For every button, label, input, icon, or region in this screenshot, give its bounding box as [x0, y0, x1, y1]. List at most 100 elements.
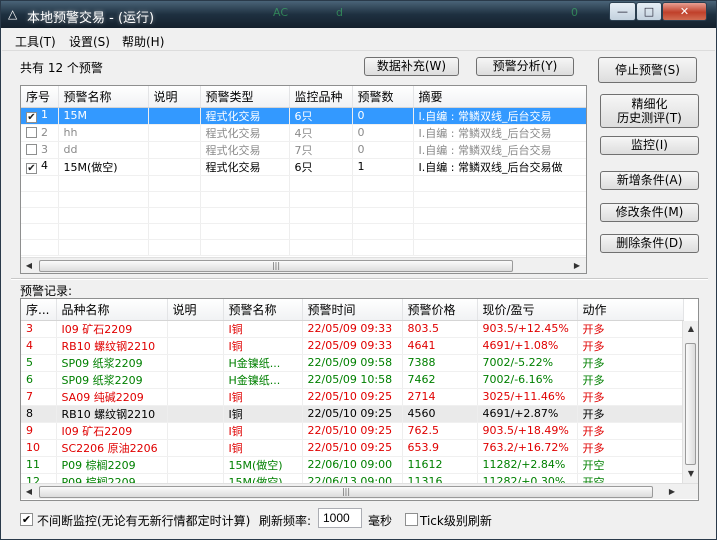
- alerts-column-header[interactable]: 预警类型: [200, 86, 290, 108]
- records-column-header[interactable]: 现价/盈亏: [477, 299, 578, 321]
- alert-enable-checkbox[interactable]: [26, 127, 37, 138]
- tick-refresh-checkbox[interactable]: [405, 513, 418, 526]
- record-desc: [167, 422, 224, 440]
- record-time: 22/06/10 09:00: [302, 456, 403, 474]
- alert-analysis-button[interactable]: 预警分析(Y): [476, 57, 574, 76]
- alert-row[interactable]: 2 hh 程式化交易 4只 0 I.自编 : 常鳞双线_后台交易: [21, 124, 586, 142]
- alert-type: 程式化交易: [200, 141, 290, 159]
- records-column-header[interactable]: 品种名称: [56, 299, 168, 321]
- record-time: 22/05/10 09:25: [302, 422, 403, 440]
- records-column-header[interactable]: 预警名称: [223, 299, 303, 321]
- alert-row[interactable]: 3 dd 程式化交易 7只 0 I.自编 : 常鳞双线_后台交易: [21, 141, 586, 159]
- record-desc: [167, 337, 224, 355]
- empty-cell: [148, 223, 201, 240]
- alerts-hscrollbar[interactable]: ◀ ||| ▶: [21, 257, 586, 273]
- refresh-rate-input[interactable]: [318, 508, 362, 528]
- record-symbol: P09 棕榈2209: [56, 456, 168, 474]
- alert-enable-checkbox[interactable]: ✔: [26, 112, 37, 123]
- record-price: 7462: [402, 371, 478, 389]
- alert-no-cell[interactable]: ✔ 1: [21, 107, 59, 125]
- record-row[interactable]: 8 RB10 螺纹钢2210 I铜 22/05/10 09:25 4560 4691/+2…: [21, 405, 684, 423]
- record-symbol: SP09 纸浆2209: [56, 354, 168, 372]
- alerts-column-header[interactable]: 序号: [21, 86, 59, 108]
- scroll-right-icon[interactable]: ▶: [665, 486, 679, 498]
- alert-enable-checkbox[interactable]: ✔: [26, 163, 37, 174]
- record-pnl: 7002/-5.22%: [477, 354, 578, 372]
- alerts-column-header[interactable]: 预警数: [352, 86, 414, 108]
- modify-condition-button[interactable]: 修改条件(M): [600, 203, 699, 222]
- alert-no-cell[interactable]: 2: [21, 124, 59, 142]
- refresh-unit-label: 毫秒: [368, 514, 393, 528]
- record-price: 7388: [402, 354, 478, 372]
- record-row[interactable]: 7 SA09 纯碱2209 I铜 22/05/10 09:25 2714 3025/+11…: [21, 388, 684, 406]
- empty-row: [21, 175, 586, 192]
- check-icon: ✔: [21, 513, 32, 526]
- record-no: 7: [21, 388, 57, 406]
- record-time: 22/05/09 10:58: [302, 371, 403, 389]
- records-hscrollbar[interactable]: ◀ ||| ▶: [21, 483, 698, 499]
- menu-help[interactable]: 帮助(H): [122, 33, 164, 50]
- record-row[interactable]: 4 RB10 螺纹钢2210 I铜 22/05/09 09:33 4641 4691/+1…: [21, 337, 684, 355]
- record-pnl: 763.2/+16.72%: [477, 439, 578, 457]
- records-table: 序... 品种名称 说明 预警名称 预警时间 预警价格 现价/盈亏 动作 3 I09 矿石220…: [20, 298, 699, 501]
- stop-alert-button[interactable]: 停止预警(S): [598, 57, 697, 83]
- alerts-column-header[interactable]: 预警名称: [58, 86, 149, 108]
- alert-enable-checkbox[interactable]: [26, 144, 37, 155]
- minimize-button[interactable]: —: [609, 2, 636, 21]
- menu-settings[interactable]: 设置(S): [69, 33, 110, 50]
- add-condition-button[interactable]: 新增条件(A): [600, 171, 699, 190]
- maximize-button[interactable]: □: [636, 2, 662, 21]
- scroll-left-icon[interactable]: ◀: [22, 486, 36, 498]
- menu-tools[interactable]: 工具(T): [15, 33, 56, 50]
- scroll-left-icon[interactable]: ◀: [22, 260, 36, 272]
- records-column-header[interactable]: 动作: [577, 299, 684, 321]
- records-column-header[interactable]: 预警时间: [302, 299, 403, 321]
- records-column-header[interactable]: 序...: [21, 299, 57, 321]
- monitor-button[interactable]: 监控(I): [600, 136, 699, 155]
- record-row[interactable]: 11 P09 棕榈2209 15M(做空) 22/06/10 09:00 11612 11…: [21, 456, 684, 474]
- alerts-column-header[interactable]: 监控品种: [289, 86, 353, 108]
- title-bar[interactable]: △ 本地预警交易 - (运行) AC d 0 — □ ✕: [1, 1, 716, 28]
- record-pnl: 3025/+11.46%: [477, 388, 578, 406]
- continuous-monitor-checkbox[interactable]: ✔: [20, 513, 33, 526]
- record-desc: [167, 439, 224, 457]
- alerts-column-header[interactable]: 摘要: [413, 86, 586, 108]
- record-alert-name: I铜: [223, 388, 303, 406]
- check-icon: ✔: [27, 112, 36, 123]
- scroll-thumb[interactable]: |||: [39, 486, 653, 498]
- scroll-up-icon[interactable]: ▲: [684, 322, 698, 336]
- record-action: 开多: [577, 354, 684, 372]
- record-row[interactable]: 9 I09 矿石2209 I铜 22/05/10 09:25 762.5 903.5/+1…: [21, 422, 684, 440]
- empty-cell: [352, 191, 414, 208]
- alert-symbols: 6只: [289, 107, 353, 125]
- data-fill-button[interactable]: 数据补充(W): [364, 57, 459, 76]
- close-button[interactable]: ✕: [662, 2, 707, 21]
- empty-cell: [413, 175, 586, 192]
- scroll-right-icon[interactable]: ▶: [570, 260, 584, 272]
- record-row[interactable]: 3 I09 矿石2209 I铜 22/05/09 09:33 803.5 903.5/+1…: [21, 320, 684, 338]
- alert-row[interactable]: ✔ 1 15M 程式化交易 6只 0 I.自编 : 常鳞双线_后台交易: [21, 107, 586, 125]
- records-vscrollbar[interactable]: ▲ ▼: [682, 321, 698, 483]
- record-no: 10: [21, 439, 57, 457]
- scroll-thumb[interactable]: |||: [39, 260, 513, 272]
- scroll-thumb[interactable]: [685, 343, 696, 465]
- record-action: 开多: [577, 337, 684, 355]
- alert-row[interactable]: ✔ 4 15M(做空) 程式化交易 6只 1 I.自编 : 常鳞双线_后台交易做: [21, 158, 586, 176]
- record-row[interactable]: 6 SP09 纸浆2209 H金镍纸... 22/05/09 10:58 7462 700…: [21, 371, 684, 389]
- empty-cell: [289, 207, 353, 224]
- alert-no-cell[interactable]: ✔ 4: [21, 158, 59, 176]
- empty-cell: [21, 175, 59, 192]
- alert-count: 0: [352, 107, 414, 125]
- records-column-header[interactable]: 预警价格: [402, 299, 478, 321]
- record-row[interactable]: 5 SP09 纸浆2209 H金镍纸... 22/05/09 09:58 7388 700…: [21, 354, 684, 372]
- record-row[interactable]: 10 SC2206 原油2206 I铜 22/05/10 09:25 653.9 763.…: [21, 439, 684, 457]
- refine-backtest-button[interactable]: 精细化 历史测评(T): [600, 94, 699, 128]
- scroll-down-icon[interactable]: ▼: [684, 467, 698, 481]
- alerts-column-header[interactable]: 说明: [148, 86, 201, 108]
- delete-condition-button[interactable]: 删除条件(D): [600, 234, 699, 253]
- empty-cell: [289, 191, 353, 208]
- records-column-header[interactable]: 说明: [167, 299, 224, 321]
- alert-no-cell[interactable]: 3: [21, 141, 59, 159]
- record-symbol: I09 矿石2209: [56, 422, 168, 440]
- empty-cell: [58, 191, 149, 208]
